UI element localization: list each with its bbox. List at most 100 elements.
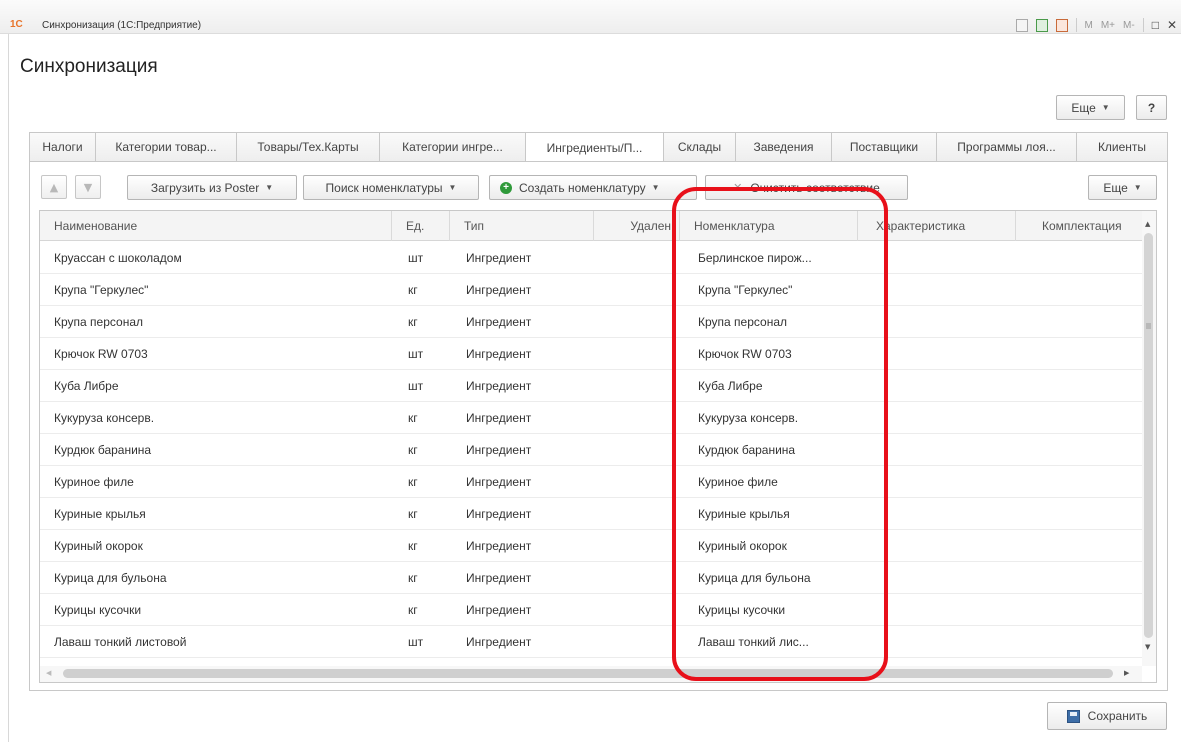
cell-characteristic [876, 402, 1012, 434]
save-label: Сохранить [1087, 709, 1148, 723]
column-header-type[interactable]: Тип [450, 211, 594, 241]
move-up-button[interactable]: ▲ [41, 175, 67, 199]
table-row[interactable]: Куриный окорок кг Ингредиент Куриный окорок [40, 530, 1142, 562]
search-nomenclature-button[interactable]: Поиск номенклатуры ▼ [303, 175, 479, 200]
grid-more-button[interactable]: Еще ▼ [1088, 175, 1157, 200]
tab-suppliers[interactable]: Поставщики [831, 132, 936, 162]
tab-taxes[interactable]: Налоги [29, 132, 95, 162]
memory-minus-button[interactable]: M- [1123, 20, 1135, 31]
cell-unit: кг [408, 443, 418, 457]
cell-kit [1040, 274, 1140, 306]
table-row[interactable]: Крючок RW 0703 шт Ингредиент Крючок RW 0703 [40, 338, 1142, 370]
scroll-down-icon[interactable]: ▼ [1145, 643, 1150, 651]
tab-warehouses[interactable]: Склады [663, 132, 735, 162]
table-row[interactable]: Круассан с шоколадом шт Ингредиент Берлинск… [40, 242, 1142, 274]
scroll-thumb[interactable] [63, 669, 1113, 678]
cell-characteristic [876, 530, 1012, 562]
table-header: Наименование Ед. Тип Удален Номенклатура… [40, 211, 1142, 241]
horizontal-scrollbar[interactable]: ◀ ▶ [40, 666, 1142, 682]
maximize-icon[interactable]: □ [1152, 18, 1159, 32]
close-icon[interactable]: ✕ [1167, 18, 1177, 32]
table-row[interactable]: Куба Либре шт Ингредиент Куба Либре [40, 370, 1142, 402]
create-nomenclature-button[interactable]: + Создать номенклатуру ▼ [489, 175, 697, 200]
calendar-icon[interactable] [1055, 18, 1068, 32]
scroll-up-icon[interactable]: ▲ [1145, 220, 1150, 228]
cell-deleted [600, 594, 676, 626]
cell-characteristic [876, 306, 1012, 338]
table-row[interactable]: Лаваш тонкий листовой шт Ингредиент Лаваш т… [40, 626, 1142, 658]
search-nomenclature-label: Поиск номенклатуры [325, 180, 443, 195]
close-icon: ✕ [733, 182, 743, 194]
form-more-button[interactable]: Еще ▼ [1056, 95, 1125, 120]
vertical-scrollbar[interactable]: ▲ ▼ [1142, 211, 1156, 666]
table-row[interactable]: Крупа персонал кг Ингредиент Крупа персонал [40, 306, 1142, 338]
cell-kit [1040, 306, 1140, 338]
tab-establishments[interactable]: Заведения [735, 132, 831, 162]
cell-unit: кг [408, 539, 418, 553]
cell-unit: кг [408, 507, 418, 521]
memory-plus-button[interactable]: M+ [1101, 20, 1115, 31]
table-row[interactable]: Курица для бульона кг Ингредиент Курица для… [40, 562, 1142, 594]
table-row[interactable]: Куриные крылья кг Ингредиент Куриные крылья [40, 498, 1142, 530]
document-icon[interactable] [1015, 18, 1028, 32]
scroll-right-icon[interactable]: ▶ [1124, 669, 1129, 677]
cell-nomenclature: Курица для бульона [698, 571, 811, 585]
cell-name: Куриный окорок [54, 539, 143, 553]
create-nomenclature-label: Создать номенклатуру [519, 180, 646, 195]
cell-characteristic [876, 338, 1012, 370]
load-from-poster-label: Загрузить из Poster [150, 180, 260, 195]
cell-unit: кг [408, 603, 418, 617]
cell-kit [1040, 370, 1140, 402]
cell-characteristic [876, 594, 1012, 626]
save-button[interactable]: Сохранить [1047, 702, 1167, 730]
cell-nomenclature: Берлинское пирож... [698, 251, 812, 265]
cell-nomenclature: Крупа "Геркулес" [698, 283, 793, 297]
help-button[interactable]: ? [1136, 95, 1167, 120]
chevron-down-icon: ▼ [265, 183, 274, 192]
column-header-kit[interactable]: Комплектация [1016, 211, 1142, 241]
cell-deleted [600, 498, 676, 530]
cell-unit: шт [408, 251, 424, 265]
cell-unit: кг [408, 475, 418, 489]
column-header-characteristic[interactable]: Характеристика [858, 211, 1016, 241]
cell-unit: шт [408, 379, 424, 393]
scroll-grip [1146, 323, 1151, 329]
window-title: Синхронизация (1С:Предприятие) [42, 20, 202, 31]
table-row[interactable]: Курдюк баранина кг Ингредиент Курдюк барани… [40, 434, 1142, 466]
table-row[interactable]: Куриное филе кг Ингредиент Куриное филе [40, 466, 1142, 498]
tab-products[interactable]: Товары/Тех.Карты [236, 132, 379, 162]
cell-unit: шт [408, 347, 424, 361]
table-row[interactable]: Курицы кусочки кг Ингредиент Курицы кусочки [40, 594, 1142, 626]
tab-ingredients[interactable]: Ингредиенты/П... [525, 132, 663, 163]
tab-loyalty-programs[interactable]: Программы лоя... [936, 132, 1076, 162]
column-header-name[interactable]: Наименование [40, 211, 392, 241]
scroll-thumb[interactable] [1144, 233, 1153, 638]
cell-nomenclature: Куриные крылья [698, 507, 790, 521]
cell-deleted [600, 562, 676, 594]
column-header-unit[interactable]: Ед. [392, 211, 450, 241]
table-row[interactable]: Кукуруза консерв. кг Ингредиент Кукуруза ко… [40, 402, 1142, 434]
form-more-label: Еще [1071, 100, 1096, 115]
scroll-left-icon[interactable]: ◀ [46, 669, 51, 677]
cell-deleted [600, 402, 676, 434]
move-down-button[interactable]: ▼ [75, 175, 101, 199]
chevron-down-icon: ▼ [1133, 183, 1142, 192]
memory-button[interactable]: M [1085, 20, 1093, 31]
cell-deleted [600, 338, 676, 370]
grid-more-label: Еще [1103, 180, 1128, 195]
table-row[interactable]: Крупа "Геркулес" кг Ингредиент Крупа "Герку… [40, 274, 1142, 306]
tab-ingredient-categories[interactable]: Категории ингре... [379, 132, 525, 162]
load-from-poster-button[interactable]: Загрузить из Poster ▼ [127, 175, 297, 200]
cell-name: Крючок RW 0703 [54, 347, 148, 361]
cell-nomenclature: Крючок RW 0703 [698, 347, 792, 361]
cell-type: Ингредиент [466, 443, 532, 457]
tab-product-categories[interactable]: Категории товар... [95, 132, 236, 162]
clear-match-button[interactable]: ✕ Очистить соответствие [705, 175, 908, 200]
tab-clients[interactable]: Клиенты [1076, 132, 1168, 162]
column-header-nomenclature[interactable]: Номенклатура [680, 211, 858, 241]
calculator-icon[interactable] [1035, 18, 1048, 32]
cell-kit [1040, 402, 1140, 434]
column-header-deleted[interactable]: Удален [594, 211, 680, 241]
tab-bar: Налоги Категории товар... Товары/Тех.Кар… [29, 132, 1168, 163]
ingredients-table[interactable]: Наименование Ед. Тип Удален Номенклатура… [39, 210, 1157, 683]
